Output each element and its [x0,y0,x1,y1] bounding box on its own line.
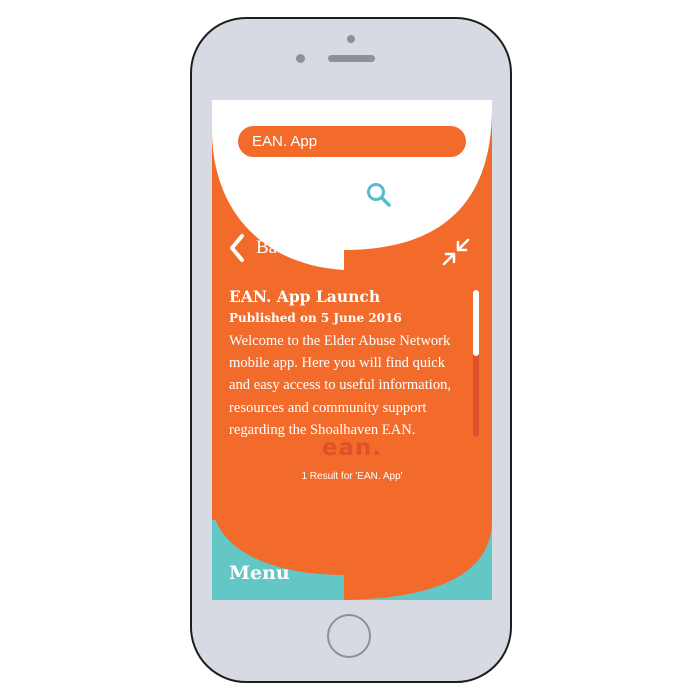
back-button[interactable]: Back [228,233,295,263]
sensor-icon [296,54,305,63]
menu-button[interactable]: Menu [229,562,290,584]
article-line: resources and community support [229,399,427,416]
collapse-arrows-icon[interactable] [441,237,471,267]
speaker-icon [328,55,375,62]
article-line: and easy access to useful information, [229,377,452,394]
article-date: Published on 5 June 2016 [229,311,402,325]
home-button[interactable] [327,614,371,658]
search-icon[interactable] [365,181,393,209]
scrollbar[interactable] [473,290,479,437]
app-screen: EAN. App Back EAN. App Launch Published … [212,100,492,600]
article[interactable]: EAN. App Launch Published on 5 June 2016… [229,286,471,441]
ean-logo: ean. [321,435,383,461]
article-line: Welcome to the Elder Abuse Network [229,333,451,349]
article-line: mobile app. Here you will find quick [229,355,446,372]
chevron-left-icon [230,234,244,262]
result-count: 1 Result for 'EAN. App' [301,471,403,482]
search-input[interactable]: EAN. App [238,126,466,157]
camera-icon [347,35,355,43]
back-label: Back [256,237,296,258]
article-body: Welcome to the Elder Abuse Network mobil… [229,330,471,441]
scrollbar-thumb[interactable] [473,290,479,356]
article-title[interactable]: EAN. App Launch [229,286,471,308]
